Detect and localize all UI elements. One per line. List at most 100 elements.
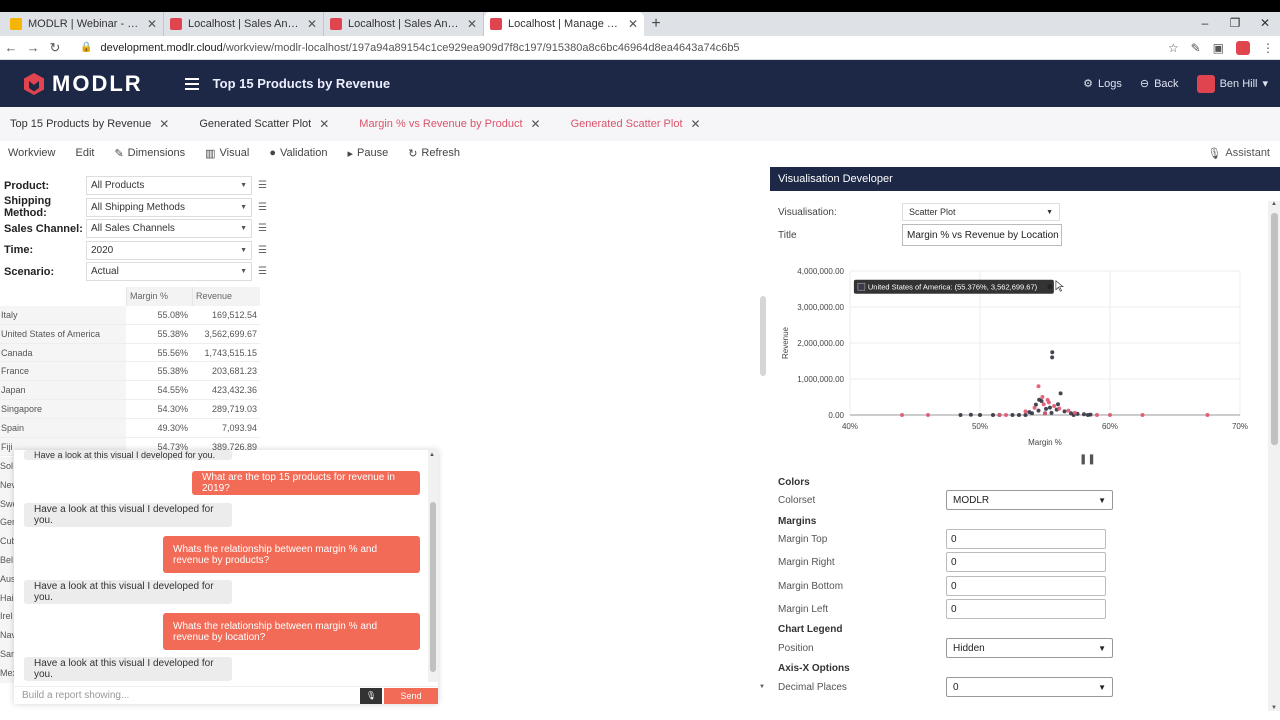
browser-tab[interactable]: Localhost | Manage Workview | T ✕ xyxy=(484,12,644,36)
url-field[interactable]: 🔒 development.modlr.cloud/workview/modlr… xyxy=(80,42,740,54)
validation-button[interactable]: ● Validation xyxy=(269,147,327,159)
close-tab-icon[interactable]: ✕ xyxy=(531,117,541,131)
data-point[interactable] xyxy=(1039,398,1044,403)
pen-icon[interactable]: ✎ xyxy=(1191,41,1201,55)
filter-select[interactable]: Actual ▼ xyxy=(86,262,252,281)
pause-icon[interactable]: ❚❚ xyxy=(1079,454,1096,465)
browser-tab[interactable]: Localhost | Sales Analysis | MOD ✕ xyxy=(324,12,484,36)
revenue-cell[interactable]: 169,512.54 xyxy=(192,306,260,324)
close-tab-icon[interactable]: ✕ xyxy=(147,17,157,31)
revenue-cell[interactable]: 423,432.36 xyxy=(192,381,260,399)
workview-scroll-thumb[interactable] xyxy=(760,296,766,376)
data-point[interactable] xyxy=(1205,413,1210,417)
browser-tab[interactable]: Localhost | Sales Analysis | MOD ✕ xyxy=(164,12,324,36)
data-point[interactable] xyxy=(1056,402,1060,407)
data-point[interactable] xyxy=(926,413,930,417)
workview-menu[interactable]: Workview xyxy=(8,147,55,159)
scroll-up-icon[interactable]: ▲ xyxy=(429,452,435,458)
close-tab-icon[interactable]: ✕ xyxy=(159,117,169,131)
cast-icon[interactable]: ▣ xyxy=(1213,41,1224,55)
data-point[interactable] xyxy=(1044,406,1049,411)
refresh-button[interactable]: ↻ Refresh xyxy=(408,147,460,160)
scroll-down-icon[interactable]: ▼ xyxy=(1271,705,1277,711)
hierarchy-icon[interactable]: ☰ xyxy=(258,245,268,256)
back-arrow-icon[interactable]: ← xyxy=(0,40,22,55)
data-point[interactable] xyxy=(997,413,1002,417)
revenue-column-header[interactable]: Revenue xyxy=(192,287,260,306)
data-point[interactable] xyxy=(1082,412,1086,417)
margin-top-input[interactable]: 0 xyxy=(946,529,1106,549)
revenue-cell[interactable]: 203,681.23 xyxy=(192,362,260,380)
data-point[interactable] xyxy=(1140,413,1145,417)
revenue-cell[interactable]: 289,719.03 xyxy=(192,400,260,418)
decimal-places-select[interactable]: 0 ▼ xyxy=(946,677,1113,697)
data-point[interactable] xyxy=(1036,384,1041,389)
logo[interactable]: MODLR xyxy=(22,71,143,97)
data-point[interactable] xyxy=(1050,355,1055,360)
send-button[interactable]: Send xyxy=(384,687,438,704)
data-point[interactable] xyxy=(1045,397,1050,402)
panel-scrollbar[interactable]: ▲ ▼ xyxy=(1268,201,1280,711)
data-point[interactable] xyxy=(1057,406,1062,411)
menu-dots-icon[interactable]: ⋮ xyxy=(1262,41,1274,55)
mic-icon[interactable]: 🎙 xyxy=(360,687,382,704)
workview-scrollbar[interactable]: ▼ xyxy=(758,290,768,690)
data-point[interactable] xyxy=(991,413,995,417)
data-point[interactable] xyxy=(1027,410,1032,415)
visualisation-select[interactable]: Scatter Plot ▼ xyxy=(902,203,1060,221)
back-button[interactable]: ⊖ Back xyxy=(1140,77,1179,91)
data-point[interactable] xyxy=(1043,411,1047,416)
chat-scroll-thumb[interactable] xyxy=(430,502,436,672)
chat-scrollbar[interactable]: ▲ xyxy=(428,450,438,682)
workview-tab[interactable]: Top 15 Products by Revenue ✕ xyxy=(10,117,169,131)
data-point[interactable] xyxy=(968,412,973,417)
margin-right-input[interactable]: 0 xyxy=(946,552,1106,572)
data-point[interactable] xyxy=(1066,408,1071,413)
colorset-select[interactable]: MODLR ▼ xyxy=(946,490,1113,510)
data-point[interactable] xyxy=(1052,404,1057,408)
margin-cell[interactable]: 55.56% xyxy=(126,344,192,362)
modlr-extension-icon[interactable] xyxy=(1236,41,1250,55)
filter-select[interactable]: 2020 ▼ xyxy=(86,240,252,260)
data-point[interactable] xyxy=(1062,409,1067,414)
scroll-up-icon[interactable]: ▲ xyxy=(1271,201,1277,207)
margin-cell[interactable]: 49.30% xyxy=(126,419,192,437)
reload-icon[interactable]: ↻ xyxy=(44,40,66,56)
hierarchy-icon[interactable]: ☰ xyxy=(258,223,268,234)
margin-cell[interactable]: 55.38% xyxy=(126,362,192,380)
hierarchy-icon[interactable]: ☰ xyxy=(258,202,268,213)
margin-bottom-input[interactable]: 0 xyxy=(946,576,1106,596)
title-input[interactable]: Margin % vs Revenue by Location xyxy=(902,224,1062,246)
workview-tab[interactable]: Generated Scatter Plot ✕ xyxy=(571,117,701,131)
browser-tab[interactable]: MODLR | Webinar - Google Slide ✕ xyxy=(4,12,164,36)
visual-button[interactable]: ▥ Visual xyxy=(205,147,249,160)
data-point[interactable] xyxy=(1058,391,1063,396)
data-point[interactable] xyxy=(1010,413,1015,417)
data-point[interactable] xyxy=(1047,405,1052,410)
data-point[interactable] xyxy=(1023,409,1028,414)
margin-cell[interactable]: 55.08% xyxy=(126,306,192,324)
filter-select[interactable]: All Products ▼ xyxy=(86,176,252,195)
legend-position-select[interactable]: Hidden ▼ xyxy=(946,638,1113,658)
data-point[interactable] xyxy=(1095,413,1099,417)
star-icon[interactable]: ☆ xyxy=(1168,41,1179,55)
data-point[interactable] xyxy=(1040,395,1045,399)
margin-left-input[interactable]: 0 xyxy=(946,599,1106,619)
data-point[interactable] xyxy=(958,413,963,417)
close-tab-icon[interactable]: ✕ xyxy=(307,17,317,31)
close-tab-icon[interactable]: ✕ xyxy=(319,117,329,131)
close-window-icon[interactable]: ✕ xyxy=(1250,12,1280,36)
data-point[interactable] xyxy=(1049,410,1054,415)
minimize-icon[interactable]: – xyxy=(1190,12,1220,36)
filter-select[interactable]: All Sales Channels ▼ xyxy=(86,219,252,238)
chat-input[interactable]: Build a report showing... xyxy=(14,690,360,701)
forward-arrow-icon[interactable]: → xyxy=(22,40,44,55)
hierarchy-icon[interactable]: ☰ xyxy=(258,180,268,191)
revenue-cell[interactable]: 1,743,515.15 xyxy=(192,344,260,362)
revenue-cell[interactable]: 7,093.94 xyxy=(192,419,260,437)
data-point[interactable] xyxy=(1004,413,1008,417)
data-point[interactable] xyxy=(1072,410,1077,415)
panel-scroll-thumb[interactable] xyxy=(1271,213,1278,445)
close-tab-icon[interactable]: ✕ xyxy=(691,117,701,131)
data-point[interactable] xyxy=(900,413,904,417)
